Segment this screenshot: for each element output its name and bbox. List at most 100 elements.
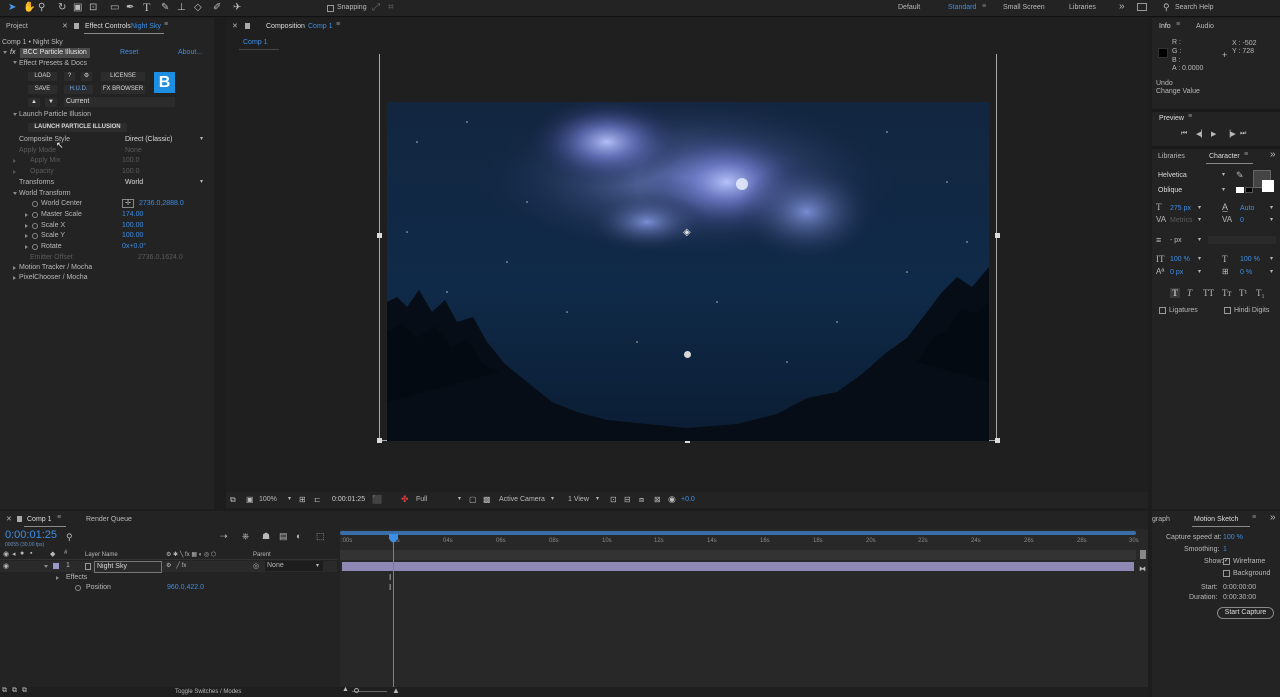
chevron-down-icon[interactable]: ▾ — [1270, 216, 1273, 223]
shy-layers-icon[interactable]: ☗ — [262, 531, 270, 542]
tab-motion-sketch[interactable]: Motion Sketch — [1194, 515, 1238, 525]
search-icon[interactable]: ⚲ — [66, 532, 73, 543]
close-icon[interactable]: ✕ — [6, 515, 12, 523]
effect-disclosure[interactable] — [3, 51, 7, 54]
panel-menu-icon[interactable]: ≡ — [1252, 514, 1256, 521]
toggle-switches-modes[interactable]: Toggle Switches / Modes — [175, 687, 241, 697]
save-button[interactable]: SAVE — [28, 85, 57, 94]
roto-brush-tool-icon[interactable]: ✐ — [213, 2, 221, 14]
expand-in-out-icon[interactable]: ⧉ — [22, 687, 27, 695]
layer-duration-bar[interactable] — [342, 562, 1134, 571]
tab-composition[interactable]: Composition — [266, 22, 305, 32]
stopwatch-icon[interactable] — [32, 212, 38, 218]
clone-stamp-tool-icon[interactable]: ⊥ — [177, 2, 186, 14]
rotate-value[interactable]: 0x+0.0° — [122, 242, 146, 252]
stroke-color-swatch[interactable] — [1262, 180, 1274, 192]
chevron-down-icon[interactable]: ▾ — [200, 135, 203, 142]
show-channel-icon[interactable]: ✤ — [401, 494, 409, 505]
snapshot-camera-icon[interactable]: ⬛ — [372, 495, 382, 504]
master-scale-disclosure[interactable] — [25, 213, 28, 217]
master-scale-value[interactable]: 174.00 — [122, 210, 143, 220]
keyframe-marker[interactable]: I — [389, 583, 391, 592]
selection-tool-icon[interactable]: ➤ — [8, 2, 16, 14]
frame-blending-icon[interactable]: ▤ — [279, 531, 288, 542]
rotate-tool-icon[interactable]: ↻ — [58, 2, 66, 14]
views-select[interactable]: 1 View — [568, 495, 589, 505]
stopwatch-icon[interactable] — [75, 585, 81, 591]
workspace-libraries[interactable]: Libraries — [1069, 4, 1096, 11]
work-area-bar[interactable] — [340, 531, 1136, 535]
faux-bold-button[interactable]: T — [1170, 288, 1181, 298]
tsume-value[interactable]: 0 % — [1240, 268, 1252, 278]
workspace-menu-icon[interactable]: ≡ — [982, 3, 986, 10]
rectangle-tool-icon[interactable]: ▭ — [110, 2, 119, 14]
time-ruler[interactable]: :00s 02s 04s 06s 08s 10s 12s 14s 16s 18s… — [340, 536, 1140, 548]
fx-badge[interactable]: fx — [10, 48, 15, 58]
panel-menu-icon[interactable]: ≡ — [57, 514, 61, 521]
tab-character[interactable]: Character — [1209, 152, 1240, 162]
tab-audio[interactable]: Audio — [1196, 22, 1214, 32]
layer-handle-top-left[interactable] — [377, 233, 382, 238]
lock-icon[interactable] — [245, 23, 250, 29]
load-button[interactable]: LOAD — [28, 72, 57, 81]
black-swatch[interactable] — [1245, 187, 1253, 193]
pen-tool-icon[interactable]: ✒ — [126, 2, 134, 14]
workspace-default[interactable]: Default — [898, 4, 920, 11]
stopwatch-icon[interactable] — [32, 223, 38, 229]
chevron-down-icon[interactable]: ▾ — [596, 495, 599, 502]
graph-editor-icon[interactable]: ⬚ — [316, 531, 325, 542]
eraser-tool-icon[interactable]: ◇ — [194, 2, 202, 14]
scale-y-value[interactable]: 100.00 — [122, 231, 143, 241]
layer-handle-bottom-left[interactable] — [377, 438, 382, 443]
stopwatch-icon[interactable] — [32, 201, 38, 207]
hindi-digits-checkbox[interactable] — [1224, 307, 1231, 314]
chevron-down-icon[interactable]: ▾ — [1270, 204, 1273, 211]
layer-switches[interactable]: ⚙ ╱ fx — [166, 561, 186, 571]
workspace-small-screen[interactable]: Small Screen — [1003, 4, 1045, 11]
reset-exposure-icon[interactable]: ◉ — [668, 494, 676, 505]
chevron-down-icon[interactable]: ▾ — [1270, 255, 1273, 262]
effects-disclosure[interactable] — [56, 576, 59, 580]
safe-margins-icon[interactable]: ⊞ — [299, 495, 306, 504]
eyedropper-icon[interactable]: ✎ — [1236, 170, 1244, 181]
white-swatch[interactable] — [1236, 187, 1244, 193]
pan-behind-tool-icon[interactable]: ⊡ — [89, 2, 97, 14]
baseline-shift-value[interactable]: 0 px — [1170, 268, 1183, 278]
start-capture-button[interactable]: Start Capture — [1217, 607, 1274, 619]
preset-up-button[interactable]: ▲ — [28, 98, 40, 107]
hand-tool-icon[interactable]: ✋ — [23, 2, 35, 14]
chevron-down-icon[interactable]: ▾ — [316, 562, 319, 569]
tab-info[interactable]: Info — [1159, 22, 1171, 32]
region-of-interest-icon[interactable]: ▢ — [469, 495, 477, 504]
zoom-slider-thumb[interactable] — [354, 688, 359, 693]
play-icon[interactable]: ▶ — [1211, 130, 1216, 138]
superscript-button[interactable]: T¹ — [1239, 288, 1247, 298]
timeline-timecode[interactable]: 0:00:01:25 — [5, 529, 57, 541]
font-family-select[interactable]: Helvetica — [1158, 171, 1187, 181]
chevron-down-icon[interactable]: ▾ — [288, 495, 291, 502]
zoom-in-icon[interactable]: ▲ — [392, 686, 400, 695]
horizontal-scale-value[interactable]: 100 % — [1240, 255, 1260, 265]
panel-menu-icon[interactable]: ≡ — [1244, 151, 1248, 158]
expand-transfer-controls-icon[interactable]: ⧉ — [12, 687, 17, 695]
preview-3d-icon[interactable]: ▣ — [246, 495, 254, 504]
tab-layer-name[interactable]: Night Sky — [131, 22, 161, 32]
comp-marker-icon[interactable] — [1140, 550, 1146, 559]
font-style-select[interactable]: Oblique — [1158, 186, 1182, 196]
search-icon[interactable]: ⚲ — [1163, 2, 1170, 13]
timeline-icon[interactable]: ⧈ — [639, 495, 644, 505]
lock-icon[interactable] — [74, 23, 79, 29]
faux-italic-button[interactable]: T — [1187, 288, 1192, 298]
world-center-value[interactable]: 2736.0,2888.0 — [139, 199, 184, 209]
draft-3d-icon[interactable]: ⎈ — [242, 531, 249, 542]
wireframe-checkbox[interactable]: ✓ — [1223, 558, 1230, 565]
workspace-standard[interactable]: Standard — [948, 4, 976, 11]
chevron-down-icon[interactable]: ▾ — [1198, 268, 1201, 275]
layer-disclosure[interactable] — [44, 565, 48, 568]
tab-timeline-comp[interactable]: Comp 1 — [27, 515, 52, 525]
scale-x-value[interactable]: 100.00 — [122, 221, 143, 231]
anchor-point-icon[interactable]: ◈ — [683, 227, 691, 238]
layer-row[interactable]: ◉ 1 Night Sky ⚙ ╱ fx ◎ None ▾ — [0, 561, 337, 573]
always-preview-icon[interactable]: ⧉ — [230, 495, 236, 505]
emitter-position-dot[interactable] — [684, 351, 691, 358]
